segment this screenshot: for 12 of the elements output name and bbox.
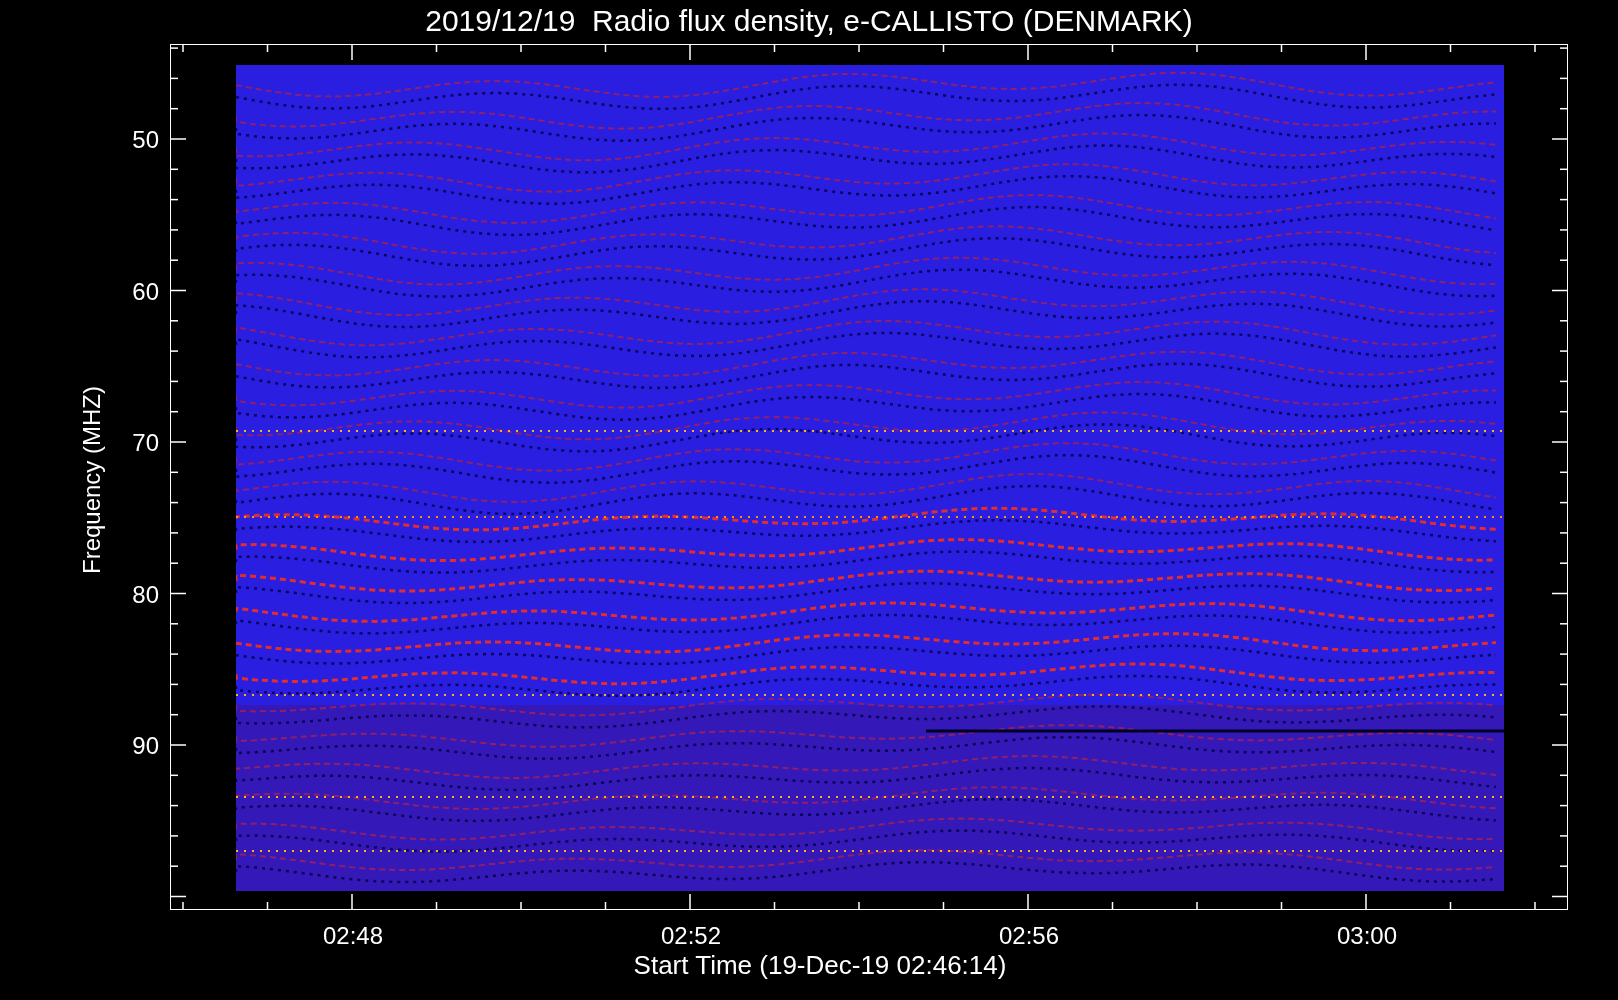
y-axis-label: Frequency (MHZ) <box>78 385 106 576</box>
x-tick-label: 02:48 <box>321 922 385 950</box>
x-tick-label: 02:56 <box>997 922 1061 950</box>
y-tick-label: 70 <box>131 429 159 457</box>
y-tick-label: 60 <box>131 277 159 306</box>
x-tick-label: 03:00 <box>1335 922 1399 950</box>
x-tick-label: 02:52 <box>659 922 723 950</box>
chart-title: 2019/12/19 Radio flux density, e-CALLISTO (DENMARK) <box>424 3 1194 39</box>
y-tick-label: 80 <box>131 580 159 609</box>
x-axis-label: Start Time (19-Dec-19 02:46:14) <box>632 950 1008 980</box>
y-tick-label: 90 <box>131 732 159 760</box>
y-tick-label: 50 <box>131 126 159 154</box>
